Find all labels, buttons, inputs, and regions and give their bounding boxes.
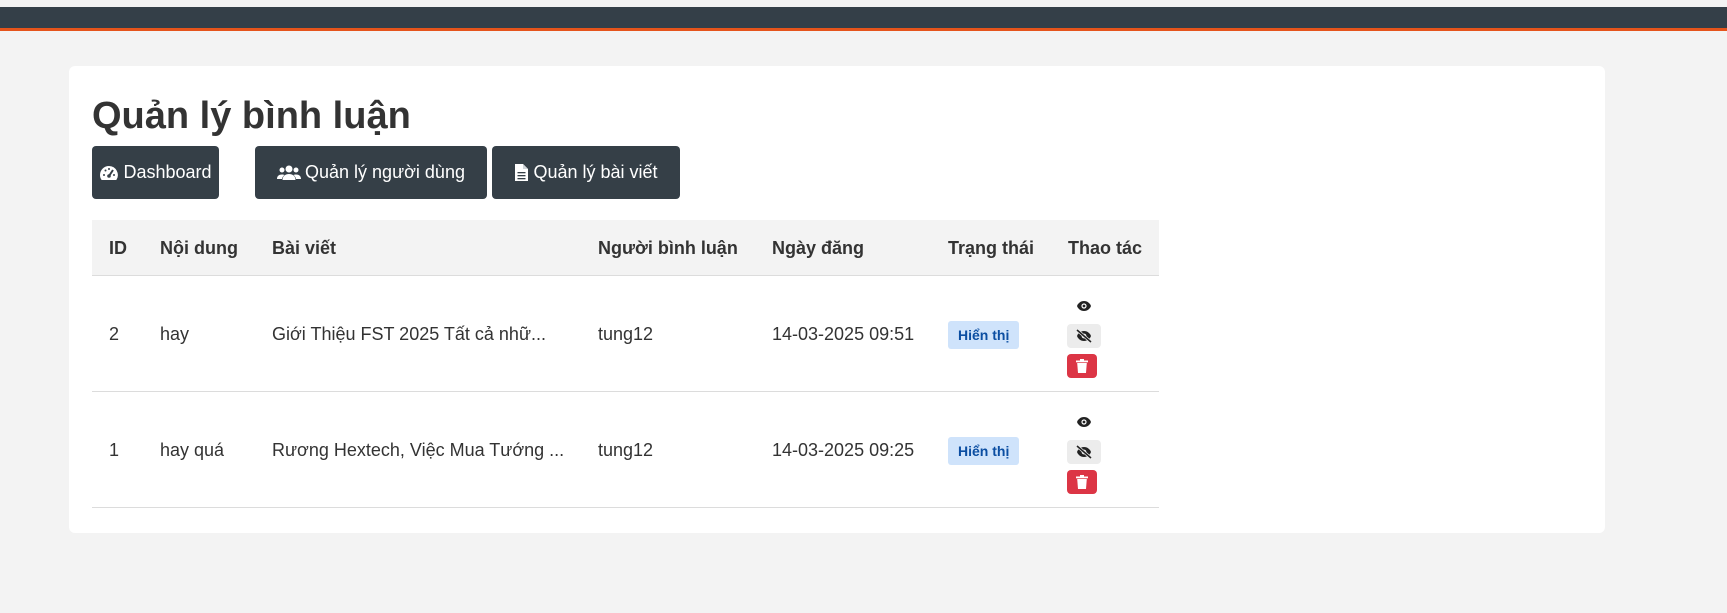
file-icon [515,164,529,181]
cell-post: Giới Thiệu FST 2025 Tất cả nhữ... [272,324,546,344]
comments-table: ID Nội dung Bài viết Người bình luận Ngà… [92,220,1159,508]
header-status: Trạng thái [948,238,1035,258]
cell-date: 14-03-2025 09:51 [772,324,915,344]
cell-post: Rương Hextech, Việc Mua Tướng ... [272,440,565,460]
users-management-label: Quản lý người dùng [305,162,465,182]
header-content: Nội dung [160,238,238,258]
posts-management-button[interactable]: Quản lý bài viết [492,146,680,199]
header-actions: Thao tác [1068,238,1143,258]
users-management-button[interactable]: Quản lý người dùng [255,146,487,199]
eye-icon [1077,301,1091,311]
status-cell: Hiển thị [948,437,1020,465]
header-date: Ngày đăng [772,238,865,258]
row-actions [1067,410,1103,500]
status-badge: Hiển thị [948,321,1020,349]
view-button[interactable] [1067,294,1101,318]
header-post: Bài viết [272,238,337,258]
table-header: ID Nội dung Bài viết Người bình luận Ngà… [92,220,1159,276]
cell-date: 14-03-2025 09:25 [772,440,915,460]
hide-button[interactable] [1067,324,1101,348]
delete-button[interactable] [1067,470,1097,494]
cell-content: hay [160,324,190,344]
hide-button[interactable] [1067,440,1101,464]
eye-slash-icon [1076,445,1092,459]
cell-id: 1 [109,440,120,460]
row-actions [1067,294,1103,384]
page-title: Quản lý bình luận [92,95,411,137]
trash-icon [1076,475,1088,489]
header-user: Người bình luận [598,238,738,258]
header-id: ID [109,238,127,258]
dashboard-button[interactable]: Dashboard [92,146,219,199]
tachometer-icon [100,165,119,180]
cell-user: tung12 [598,324,654,344]
table-row: 1 hay quá Rương Hextech, Việc Mua Tướng … [92,392,1159,508]
users-icon [277,165,302,180]
eye-icon [1077,417,1091,427]
delete-button[interactable] [1067,354,1097,378]
cell-id: 2 [109,324,120,344]
status-badge: Hiển thị [948,437,1020,465]
eye-slash-icon [1076,329,1092,343]
cell-content: hay quá [160,440,225,460]
cell-user: tung12 [598,440,654,460]
main-card: Quản lý bình luận Dashboard Quản lý ngườ… [69,66,1605,533]
top-navbar [0,7,1727,31]
posts-management-label: Quản lý bài viết [533,162,658,182]
view-button[interactable] [1067,410,1101,434]
trash-icon [1076,359,1088,373]
table-row: 2 hay Giới Thiệu FST 2025 Tất cả nhữ... … [92,276,1159,392]
dashboard-button-label: Dashboard [123,162,212,182]
status-cell: Hiển thị [948,321,1020,349]
